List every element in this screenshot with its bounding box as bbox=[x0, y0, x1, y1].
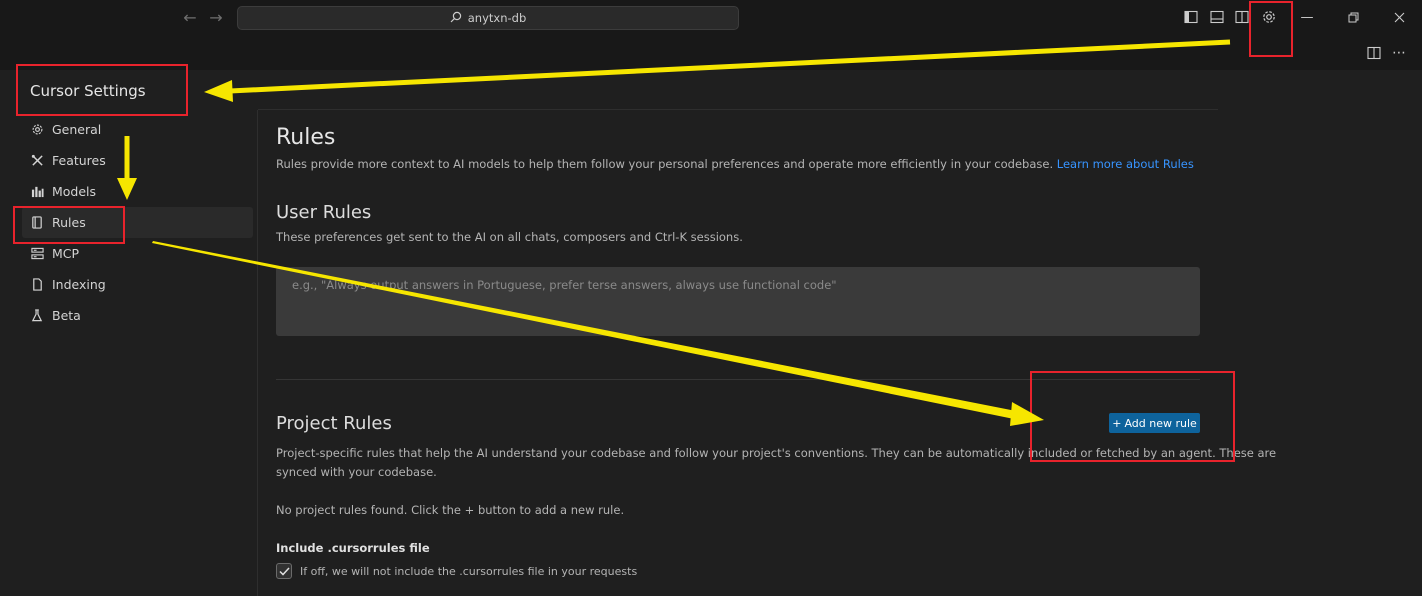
rules-description: Rules provide more context to AI models … bbox=[276, 157, 1194, 171]
rules-description-text: Rules provide more context to AI models … bbox=[276, 157, 1054, 171]
command-center-search[interactable]: anytxn-db bbox=[237, 6, 739, 30]
highlight-box-add-rule bbox=[1030, 371, 1235, 462]
user-rules-heading: User Rules bbox=[276, 202, 372, 223]
header-divider bbox=[258, 109, 1218, 110]
empty-rules-message: No project rules found. Click the + butt… bbox=[276, 503, 625, 517]
sidebar-item-beta[interactable]: Beta bbox=[22, 300, 253, 331]
bar-chart-icon bbox=[30, 185, 44, 199]
file-icon bbox=[30, 278, 44, 292]
project-rules-description-line: synced with your codebase. bbox=[276, 465, 437, 479]
tools-icon bbox=[30, 154, 44, 168]
cursorrules-toggle-row: If off, we will not include the .cursorr… bbox=[276, 563, 637, 579]
split-editor-icon[interactable] bbox=[1365, 44, 1383, 62]
editor-tab-strip: ⋯ bbox=[0, 35, 1422, 70]
toggle-panel-icon[interactable] bbox=[1208, 8, 1226, 26]
close-icon[interactable] bbox=[1376, 0, 1422, 35]
rules-heading: Rules bbox=[276, 125, 336, 150]
sidebar-item-features[interactable]: Features bbox=[22, 145, 253, 176]
sidebar-item-models[interactable]: Models bbox=[22, 176, 253, 207]
tab-strip-background bbox=[0, 35, 1422, 70]
sidebar-item-label: General bbox=[52, 122, 102, 137]
annotation-arrowhead bbox=[204, 80, 233, 102]
toggle-primary-sidebar-icon[interactable] bbox=[1182, 8, 1200, 26]
cursorrules-label: Include .cursorrules file bbox=[276, 541, 430, 555]
checkmark-icon bbox=[278, 566, 290, 576]
restore-icon[interactable] bbox=[1330, 0, 1376, 35]
sidebar-item-label: Beta bbox=[52, 308, 81, 323]
arrow-left-icon[interactable]: ← bbox=[180, 8, 200, 28]
user-rules-input[interactable]: e.g., "Always output answers in Portugue… bbox=[276, 267, 1200, 336]
cursorrules-checkbox[interactable] bbox=[276, 563, 292, 579]
server-icon bbox=[30, 247, 44, 261]
user-rules-description: These preferences get sent to the AI on … bbox=[276, 230, 743, 244]
gear-icon bbox=[30, 123, 44, 137]
sidebar-divider bbox=[257, 110, 258, 596]
highlight-box-rules bbox=[13, 206, 125, 244]
cursorrules-hint: If off, we will not include the .cursorr… bbox=[300, 564, 638, 578]
sidebar-item-indexing[interactable]: Indexing bbox=[22, 269, 253, 300]
title-bar: ← → anytxn-db — bbox=[0, 0, 1422, 35]
flask-icon bbox=[30, 309, 44, 323]
more-actions-icon[interactable]: ⋯ bbox=[1390, 44, 1408, 62]
highlight-box-gear bbox=[1249, 1, 1293, 57]
sidebar-item-general[interactable]: General bbox=[22, 114, 253, 145]
learn-more-link[interactable]: Learn more about Rules bbox=[1057, 157, 1194, 171]
arrow-right-icon[interactable]: → bbox=[206, 8, 226, 28]
sidebar-item-label: MCP bbox=[52, 246, 80, 261]
sidebar-item-label: Indexing bbox=[52, 277, 106, 292]
search-icon bbox=[450, 11, 462, 26]
sidebar-item-label: Features bbox=[52, 153, 106, 168]
workspace-name: anytxn-db bbox=[467, 11, 527, 25]
highlight-box-title bbox=[16, 64, 188, 116]
project-rules-heading: Project Rules bbox=[276, 413, 392, 434]
sidebar-item-label: Models bbox=[52, 184, 97, 199]
